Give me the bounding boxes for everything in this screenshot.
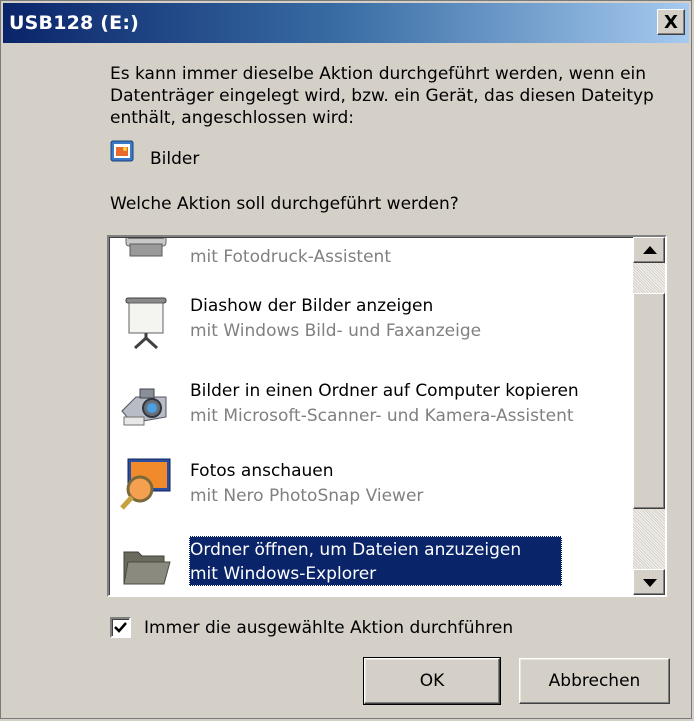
- folder-icon: [123, 551, 171, 585]
- checkmark-icon: [114, 622, 127, 633]
- projector-screen-icon: [125, 297, 167, 350]
- scroll-up-button[interactable]: [633, 237, 665, 263]
- action-title: Ordner öffnen, um Dateien anzuzeigen: [190, 540, 522, 560]
- close-button[interactable]: X: [657, 9, 685, 35]
- cancel-button[interactable]: Abbrechen: [519, 658, 670, 704]
- autoplay-dialog: USB128 (E:) X Es kann immer dieselbe Akt…: [0, 0, 692, 719]
- window-title: USB128 (E:): [9, 12, 140, 34]
- question-label: Welche Aktion soll durchgeführt werden?: [110, 194, 459, 214]
- vertical-scrollbar[interactable]: [633, 237, 665, 595]
- action-subtitle: mit Windows-Explorer: [190, 564, 377, 584]
- action-list: mit Fotodruck-Assistent Diashow der Bild…: [109, 237, 635, 595]
- action-title: Diashow der Bilder anzeigen: [190, 296, 434, 316]
- printer-icon: [125, 238, 167, 257]
- photo-magnifier-icon: [120, 458, 171, 510]
- action-item-copy-pictures[interactable]: Bilder in einen Ordner auf Computer kopi…: [110, 373, 635, 447]
- always-action-label[interactable]: Immer die ausgewählte Aktion durchführen: [144, 618, 513, 638]
- scrollbar-thumb[interactable]: [633, 293, 665, 509]
- action-title: Bilder in einen Ordner auf Computer kopi…: [190, 381, 579, 401]
- action-subtitle: mit Nero PhotoSnap Viewer: [190, 486, 424, 506]
- always-action-checkbox[interactable]: [110, 617, 131, 638]
- description-text: Es kann immer dieselbe Aktion durchgefüh…: [110, 64, 654, 128]
- camera-icon: [121, 388, 167, 426]
- action-subtitle: mit Windows Bild- und Faxanzeige: [190, 321, 482, 341]
- arrow-down-icon: [643, 579, 657, 587]
- action-subtitle: mit Fotodruck-Assistent: [190, 247, 391, 267]
- action-item-slideshow[interactable]: Diashow der Bilder anzeigen mit Windows …: [110, 288, 635, 362]
- action-subtitle: mit Microsoft-Scanner- und Kamera-Assist…: [190, 406, 574, 426]
- action-item-print[interactable]: mit Fotodruck-Assistent: [110, 238, 635, 276]
- action-item-view-photos[interactable]: Fotos anschauen mit Nero PhotoSnap Viewe…: [110, 453, 635, 527]
- scroll-down-button[interactable]: [633, 569, 665, 595]
- action-title: Fotos anschauen: [190, 461, 334, 481]
- action-listbox[interactable]: mit Fotodruck-Assistent Diashow der Bild…: [107, 235, 667, 597]
- pictures-icon: [110, 140, 134, 162]
- action-item-open-folder[interactable]: Ordner öffnen, um Dateien anzuzeigen mit…: [110, 532, 635, 595]
- content-type-label: Bilder: [150, 149, 200, 169]
- title-bar[interactable]: USB128 (E:) X: [3, 3, 689, 43]
- ok-button[interactable]: OK: [363, 657, 501, 705]
- arrow-up-icon: [643, 246, 657, 254]
